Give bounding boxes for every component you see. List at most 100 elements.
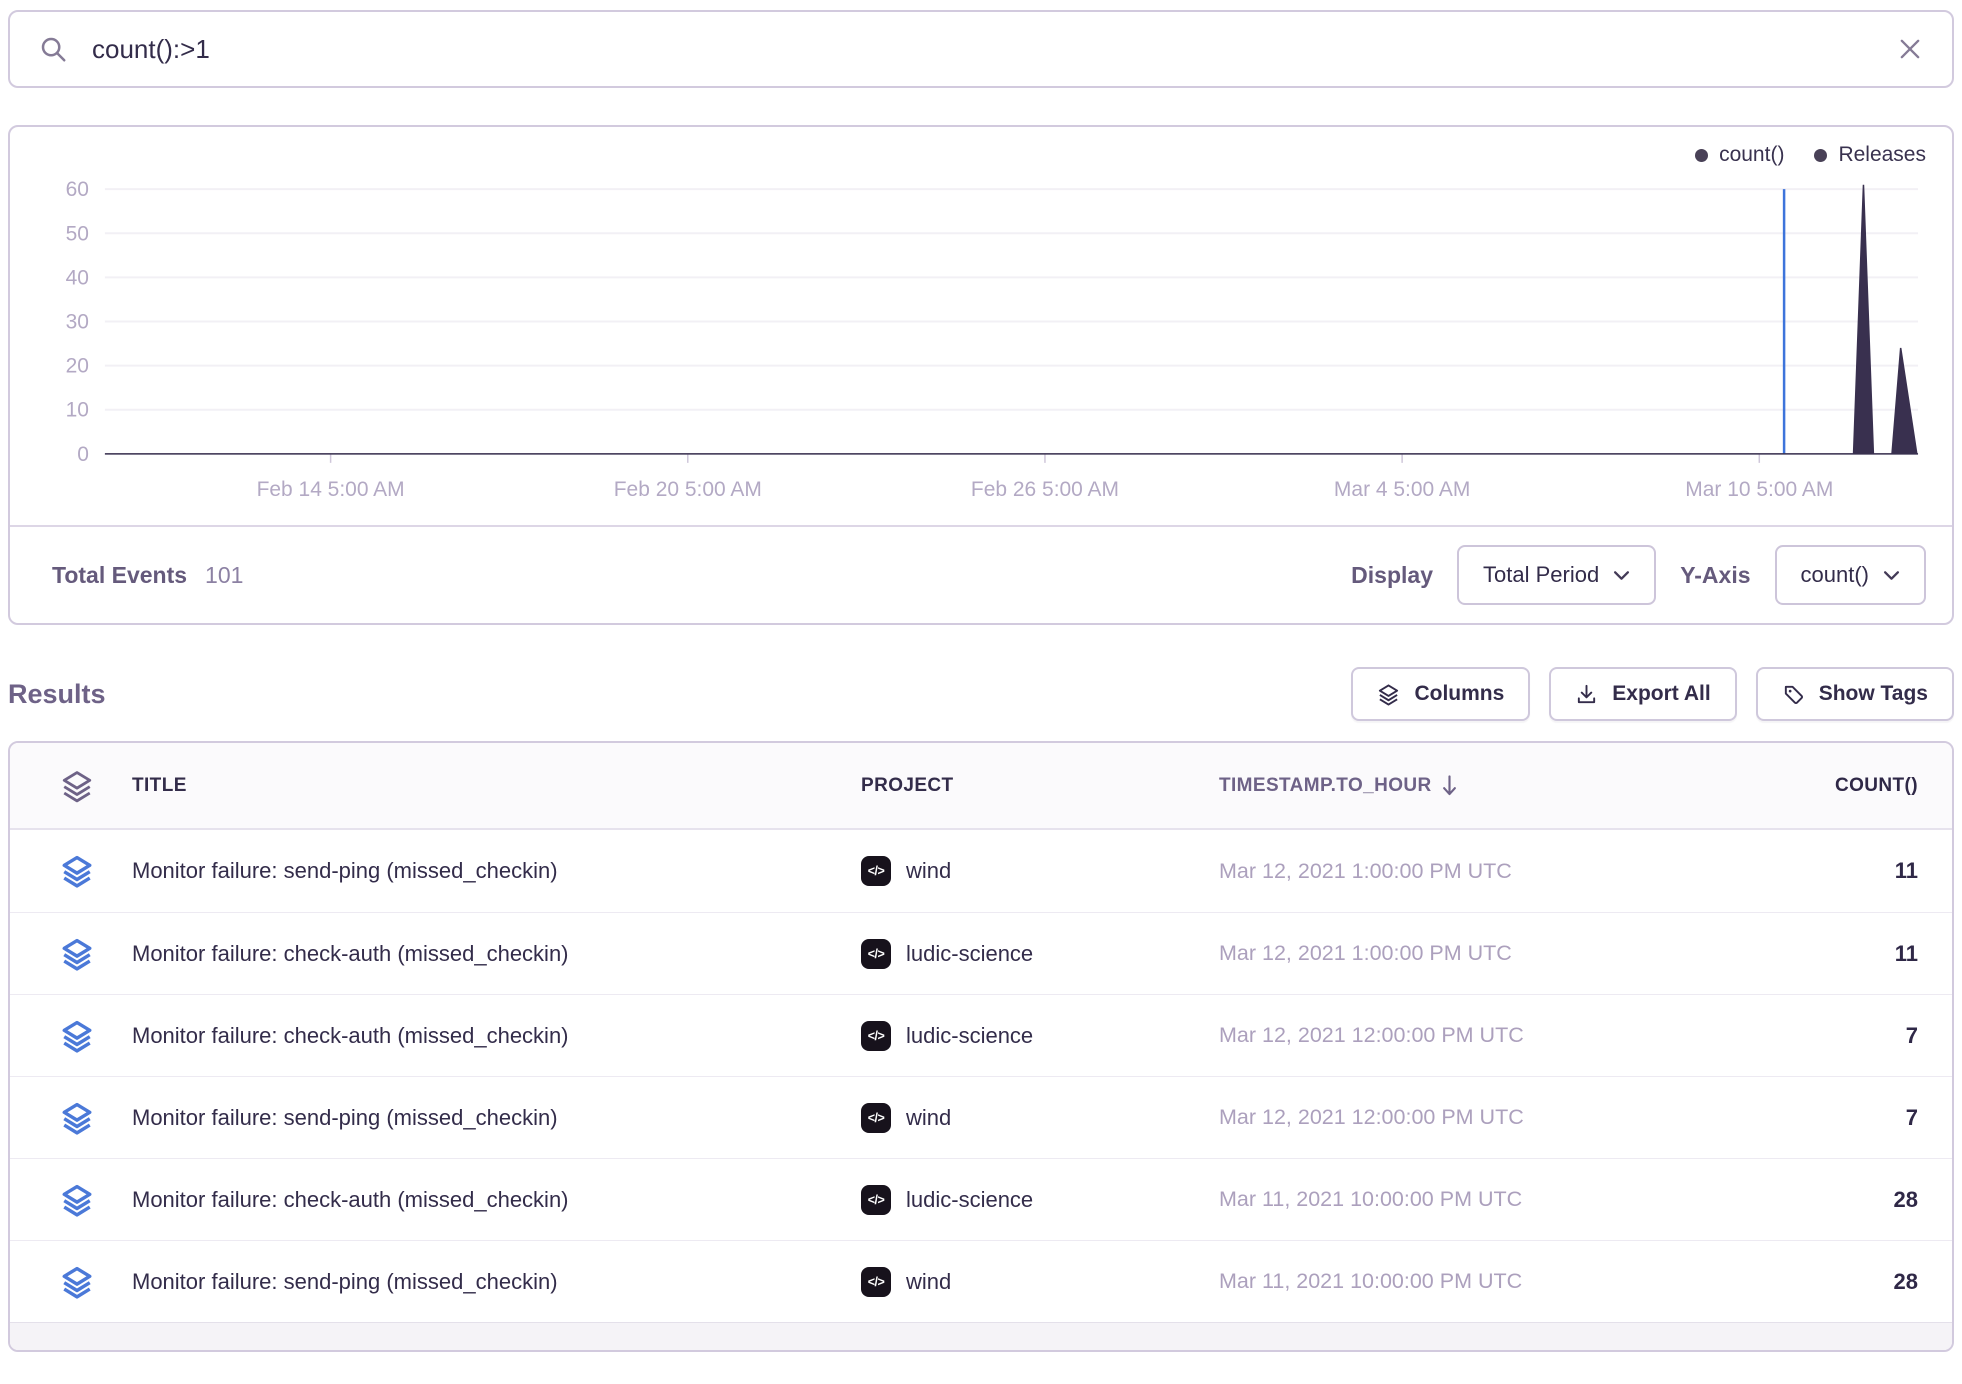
table-row: Monitor failure: check-auth (missed_chec… xyxy=(10,1158,1952,1240)
tag-icon xyxy=(1782,683,1805,706)
show-tags-button[interactable]: Show Tags xyxy=(1756,667,1954,721)
columns-stack-icon xyxy=(1377,683,1400,706)
svg-text:10: 10 xyxy=(66,399,89,422)
project-name: ludic-science xyxy=(906,941,1033,967)
column-header-timestamp[interactable]: TIMESTAMP.TO_HOUR xyxy=(1211,774,1671,797)
row-count: 11 xyxy=(1671,858,1952,884)
legend-label: count() xyxy=(1719,143,1784,167)
svg-text:Feb 20 5:00 AM: Feb 20 5:00 AM xyxy=(614,478,762,501)
chevron-down-icon xyxy=(1883,570,1900,581)
total-events: Total Events 101 xyxy=(52,562,243,589)
close-icon xyxy=(1896,35,1924,63)
row-timestamp: Mar 11, 2021 10:00:00 PM UTC xyxy=(1211,1269,1671,1294)
svg-text:30: 30 xyxy=(66,310,89,333)
results-title: Results xyxy=(8,679,106,710)
search-bar xyxy=(8,10,1954,88)
project-name: ludic-science xyxy=(906,1023,1033,1049)
project-platform-icon: </> xyxy=(861,1185,891,1215)
row-timestamp: Mar 12, 2021 1:00:00 PM UTC xyxy=(1211,941,1671,966)
legend-dot-icon xyxy=(1814,149,1827,162)
svg-text:Mar 4 5:00 AM: Mar 4 5:00 AM xyxy=(1334,478,1470,501)
row-title-link[interactable]: Monitor failure: check-auth (missed_chec… xyxy=(124,941,853,967)
table-row: Monitor failure: check-auth (missed_chec… xyxy=(10,912,1952,994)
project-name: ludic-science xyxy=(906,1187,1033,1213)
row-count: 7 xyxy=(1671,1023,1952,1049)
row-project-cell: </> wind xyxy=(853,1267,1211,1297)
chart-controls: Display Total Period Y-Axis count() xyxy=(1351,545,1926,605)
row-title-link[interactable]: Monitor failure: send-ping (missed_check… xyxy=(124,1105,853,1131)
total-events-label: Total Events xyxy=(52,562,187,589)
clear-search-button[interactable] xyxy=(1896,35,1924,63)
project-platform-icon: </> xyxy=(861,939,891,969)
results-header: Results Columns Export All Show Tags xyxy=(8,667,1954,721)
row-icon-cell xyxy=(10,854,124,888)
search-input[interactable] xyxy=(90,33,1874,66)
column-header-title[interactable]: TITLE xyxy=(124,775,853,797)
svg-text:Feb 14 5:00 AM: Feb 14 5:00 AM xyxy=(257,478,405,501)
column-header-count[interactable]: COUNT() xyxy=(1671,775,1952,797)
display-dropdown-value: Total Period xyxy=(1483,562,1599,588)
stack-icon xyxy=(60,1101,94,1135)
yaxis-dropdown[interactable]: count() xyxy=(1775,545,1926,605)
svg-text:60: 60 xyxy=(66,178,89,201)
export-all-button[interactable]: Export All xyxy=(1549,667,1736,721)
row-project-cell: </> ludic-science xyxy=(853,939,1211,969)
row-title-link[interactable]: Monitor failure: check-auth (missed_chec… xyxy=(124,1187,853,1213)
row-count: 28 xyxy=(1671,1269,1952,1295)
events-over-time-chart[interactable]: 0102030405060Feb 14 5:00 AMFeb 20 5:00 A… xyxy=(10,127,1952,525)
download-icon xyxy=(1575,683,1598,706)
row-timestamp: Mar 12, 2021 12:00:00 PM UTC xyxy=(1211,1105,1671,1130)
table-footer-strip xyxy=(10,1322,1952,1350)
table-row: Monitor failure: send-ping (missed_check… xyxy=(10,1076,1952,1158)
table-row: Monitor failure: send-ping (missed_check… xyxy=(10,1240,1952,1322)
legend-item-releases[interactable]: Releases xyxy=(1814,143,1926,167)
row-title-link[interactable]: Monitor failure: check-auth (missed_chec… xyxy=(124,1023,853,1049)
project-platform-icon: </> xyxy=(861,856,891,886)
legend-item-count[interactable]: count() xyxy=(1695,143,1784,167)
row-project-cell: </> ludic-science xyxy=(853,1185,1211,1215)
row-count: 28 xyxy=(1671,1187,1952,1213)
columns-button[interactable]: Columns xyxy=(1351,667,1530,721)
row-project-cell: </> wind xyxy=(853,856,1211,886)
project-name: wind xyxy=(906,1105,951,1131)
display-label: Display xyxy=(1351,562,1433,589)
svg-text:Mar 10 5:00 AM: Mar 10 5:00 AM xyxy=(1685,478,1833,501)
yaxis-label: Y-Axis xyxy=(1680,562,1750,589)
total-events-value: 101 xyxy=(205,562,243,589)
export-all-button-label: Export All xyxy=(1612,682,1710,706)
chart-footer: Total Events 101 Display Total Period Y-… xyxy=(10,525,1952,623)
project-name: wind xyxy=(906,858,951,884)
display-dropdown[interactable]: Total Period xyxy=(1457,545,1656,605)
row-title-link[interactable]: Monitor failure: send-ping (missed_check… xyxy=(124,858,853,884)
stack-icon xyxy=(60,854,94,888)
yaxis-dropdown-value: count() xyxy=(1801,562,1869,588)
search-icon xyxy=(38,34,68,64)
results-table: TITLE PROJECT TIMESTAMP.TO_HOUR COUNT() … xyxy=(8,741,1954,1352)
show-tags-button-label: Show Tags xyxy=(1819,682,1928,706)
chart-legend: count() Releases xyxy=(1695,143,1926,167)
stack-icon xyxy=(60,769,94,803)
stack-icon xyxy=(60,937,94,971)
row-timestamp: Mar 12, 2021 1:00:00 PM UTC xyxy=(1211,859,1671,884)
legend-label: Releases xyxy=(1838,143,1926,167)
results-actions: Columns Export All Show Tags xyxy=(1351,667,1954,721)
table-row: Monitor failure: check-auth (missed_chec… xyxy=(10,994,1952,1076)
chart-area: count() Releases 0102030405060Feb 14 5:0… xyxy=(10,127,1952,525)
row-icon-cell xyxy=(10,1101,124,1135)
project-name: wind xyxy=(906,1269,951,1295)
row-icon-cell xyxy=(10,937,124,971)
column-header-project[interactable]: PROJECT xyxy=(853,775,1211,797)
svg-text:40: 40 xyxy=(66,266,89,289)
events-chart-panel: count() Releases 0102030405060Feb 14 5:0… xyxy=(8,125,1954,625)
column-header-timestamp-label: TIMESTAMP.TO_HOUR xyxy=(1219,775,1432,797)
table-row: Monitor failure: send-ping (missed_check… xyxy=(10,830,1952,912)
row-timestamp: Mar 11, 2021 10:00:00 PM UTC xyxy=(1211,1187,1671,1212)
row-project-cell: </> wind xyxy=(853,1103,1211,1133)
project-platform-icon: </> xyxy=(861,1267,891,1297)
row-title-link[interactable]: Monitor failure: send-ping (missed_check… xyxy=(124,1269,853,1295)
table-header-row: TITLE PROJECT TIMESTAMP.TO_HOUR COUNT() xyxy=(10,743,1952,830)
columns-button-label: Columns xyxy=(1414,682,1504,706)
svg-text:50: 50 xyxy=(66,222,89,245)
project-platform-icon: </> xyxy=(861,1021,891,1051)
row-project-cell: </> ludic-science xyxy=(853,1021,1211,1051)
